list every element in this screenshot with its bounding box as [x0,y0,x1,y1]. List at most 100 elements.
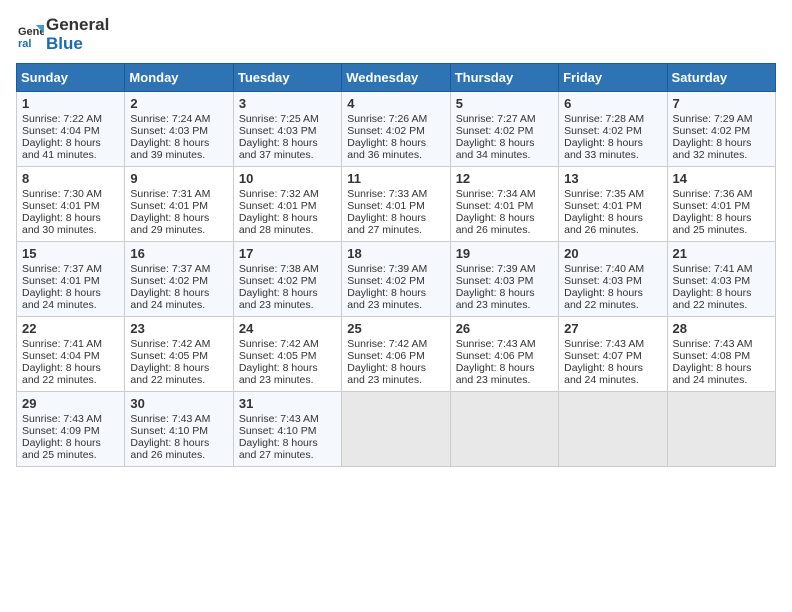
calendar-cell: 9 Sunrise: 7:31 AM Sunset: 4:01 PM Dayli… [125,167,233,242]
calendar-cell: 19 Sunrise: 7:39 AM Sunset: 4:03 PM Dayl… [450,242,558,317]
day-number: 13 [564,171,662,186]
day-header-tuesday: Tuesday [233,64,341,92]
sunrise-text: Sunrise: 7:29 AM [673,113,753,125]
sunset-text: Sunset: 4:02 PM [130,275,208,287]
daylight-text: Daylight: 8 hours and 26 minutes. [456,212,535,236]
day-header-wednesday: Wednesday [342,64,450,92]
daylight-text: Daylight: 8 hours and 29 minutes. [130,212,209,236]
day-number: 27 [564,321,662,336]
day-header-sunday: Sunday [17,64,125,92]
calendar-cell [450,392,558,467]
calendar-cell [342,392,450,467]
day-number: 24 [239,321,337,336]
daylight-text: Daylight: 8 hours and 23 minutes. [347,287,426,311]
sunrise-text: Sunrise: 7:28 AM [564,113,644,125]
sunrise-text: Sunrise: 7:39 AM [347,263,427,275]
sunset-text: Sunset: 4:03 PM [239,125,317,137]
sunset-text: Sunset: 4:06 PM [347,350,425,362]
day-number: 21 [673,246,771,261]
calendar-cell: 16 Sunrise: 7:37 AM Sunset: 4:02 PM Dayl… [125,242,233,317]
sunset-text: Sunset: 4:10 PM [239,425,317,437]
sunset-text: Sunset: 4:01 PM [347,200,425,212]
sunrise-text: Sunrise: 7:43 AM [673,338,753,350]
calendar-week-row: 1 Sunrise: 7:22 AM Sunset: 4:04 PM Dayli… [17,92,776,167]
logo-text-line2: Blue [46,35,109,54]
daylight-text: Daylight: 8 hours and 23 minutes. [456,362,535,386]
sunrise-text: Sunrise: 7:39 AM [456,263,536,275]
sunset-text: Sunset: 4:02 PM [456,125,534,137]
calendar-cell: 13 Sunrise: 7:35 AM Sunset: 4:01 PM Dayl… [559,167,667,242]
calendar-header: SundayMondayTuesdayWednesdayThursdayFrid… [17,64,776,92]
sunrise-text: Sunrise: 7:26 AM [347,113,427,125]
sunset-text: Sunset: 4:10 PM [130,425,208,437]
sunset-text: Sunset: 4:07 PM [564,350,642,362]
daylight-text: Daylight: 8 hours and 32 minutes. [673,137,752,161]
day-number: 22 [22,321,120,336]
calendar-cell: 14 Sunrise: 7:36 AM Sunset: 4:01 PM Dayl… [667,167,775,242]
calendar-cell: 20 Sunrise: 7:40 AM Sunset: 4:03 PM Dayl… [559,242,667,317]
sunrise-text: Sunrise: 7:30 AM [22,188,102,200]
calendar-week-row: 22 Sunrise: 7:41 AM Sunset: 4:04 PM Dayl… [17,317,776,392]
calendar-cell: 3 Sunrise: 7:25 AM Sunset: 4:03 PM Dayli… [233,92,341,167]
calendar-cell: 27 Sunrise: 7:43 AM Sunset: 4:07 PM Dayl… [559,317,667,392]
daylight-text: Daylight: 8 hours and 23 minutes. [456,287,535,311]
calendar-cell: 29 Sunrise: 7:43 AM Sunset: 4:09 PM Dayl… [17,392,125,467]
sunset-text: Sunset: 4:01 PM [22,200,100,212]
daylight-text: Daylight: 8 hours and 30 minutes. [22,212,101,236]
sunset-text: Sunset: 4:02 PM [347,125,425,137]
daylight-text: Daylight: 8 hours and 37 minutes. [239,137,318,161]
day-number: 5 [456,96,554,111]
sunset-text: Sunset: 4:03 PM [130,125,208,137]
sunset-text: Sunset: 4:05 PM [239,350,317,362]
sunrise-text: Sunrise: 7:36 AM [673,188,753,200]
daylight-text: Daylight: 8 hours and 23 minutes. [239,287,318,311]
daylight-text: Daylight: 8 hours and 24 minutes. [22,287,101,311]
calendar-cell: 25 Sunrise: 7:42 AM Sunset: 4:06 PM Dayl… [342,317,450,392]
sunrise-text: Sunrise: 7:43 AM [130,413,210,425]
day-number: 26 [456,321,554,336]
sunrise-text: Sunrise: 7:25 AM [239,113,319,125]
sunset-text: Sunset: 4:06 PM [456,350,534,362]
calendar-cell [667,392,775,467]
sunrise-text: Sunrise: 7:38 AM [239,263,319,275]
day-header-saturday: Saturday [667,64,775,92]
day-header-thursday: Thursday [450,64,558,92]
daylight-text: Daylight: 8 hours and 24 minutes. [564,362,643,386]
daylight-text: Daylight: 8 hours and 27 minutes. [239,437,318,461]
day-number: 2 [130,96,228,111]
sunrise-text: Sunrise: 7:35 AM [564,188,644,200]
sunset-text: Sunset: 4:01 PM [456,200,534,212]
calendar-table: SundayMondayTuesdayWednesdayThursdayFrid… [16,63,776,467]
day-number: 20 [564,246,662,261]
sunrise-text: Sunrise: 7:32 AM [239,188,319,200]
sunrise-text: Sunrise: 7:37 AM [22,263,102,275]
calendar-week-row: 29 Sunrise: 7:43 AM Sunset: 4:09 PM Dayl… [17,392,776,467]
sunrise-text: Sunrise: 7:41 AM [22,338,102,350]
day-header-friday: Friday [559,64,667,92]
day-number: 30 [130,396,228,411]
calendar-cell: 11 Sunrise: 7:33 AM Sunset: 4:01 PM Dayl… [342,167,450,242]
daylight-text: Daylight: 8 hours and 36 minutes. [347,137,426,161]
calendar-week-row: 15 Sunrise: 7:37 AM Sunset: 4:01 PM Dayl… [17,242,776,317]
daylight-text: Daylight: 8 hours and 24 minutes. [130,287,209,311]
logo: Gene ral General Blue [16,16,109,53]
daylight-text: Daylight: 8 hours and 39 minutes. [130,137,209,161]
calendar-cell: 24 Sunrise: 7:42 AM Sunset: 4:05 PM Dayl… [233,317,341,392]
daylight-text: Daylight: 8 hours and 25 minutes. [22,437,101,461]
daylight-text: Daylight: 8 hours and 26 minutes. [564,212,643,236]
sunset-text: Sunset: 4:05 PM [130,350,208,362]
calendar-cell: 18 Sunrise: 7:39 AM Sunset: 4:02 PM Dayl… [342,242,450,317]
day-number: 12 [456,171,554,186]
daylight-text: Daylight: 8 hours and 23 minutes. [347,362,426,386]
sunrise-text: Sunrise: 7:43 AM [22,413,102,425]
daylight-text: Daylight: 8 hours and 34 minutes. [456,137,535,161]
sunset-text: Sunset: 4:01 PM [239,200,317,212]
sunrise-text: Sunrise: 7:27 AM [456,113,536,125]
daylight-text: Daylight: 8 hours and 22 minutes. [130,362,209,386]
day-number: 18 [347,246,445,261]
day-number: 17 [239,246,337,261]
daylight-text: Daylight: 8 hours and 23 minutes. [239,362,318,386]
sunrise-text: Sunrise: 7:42 AM [130,338,210,350]
sunset-text: Sunset: 4:02 PM [673,125,751,137]
day-number: 1 [22,96,120,111]
